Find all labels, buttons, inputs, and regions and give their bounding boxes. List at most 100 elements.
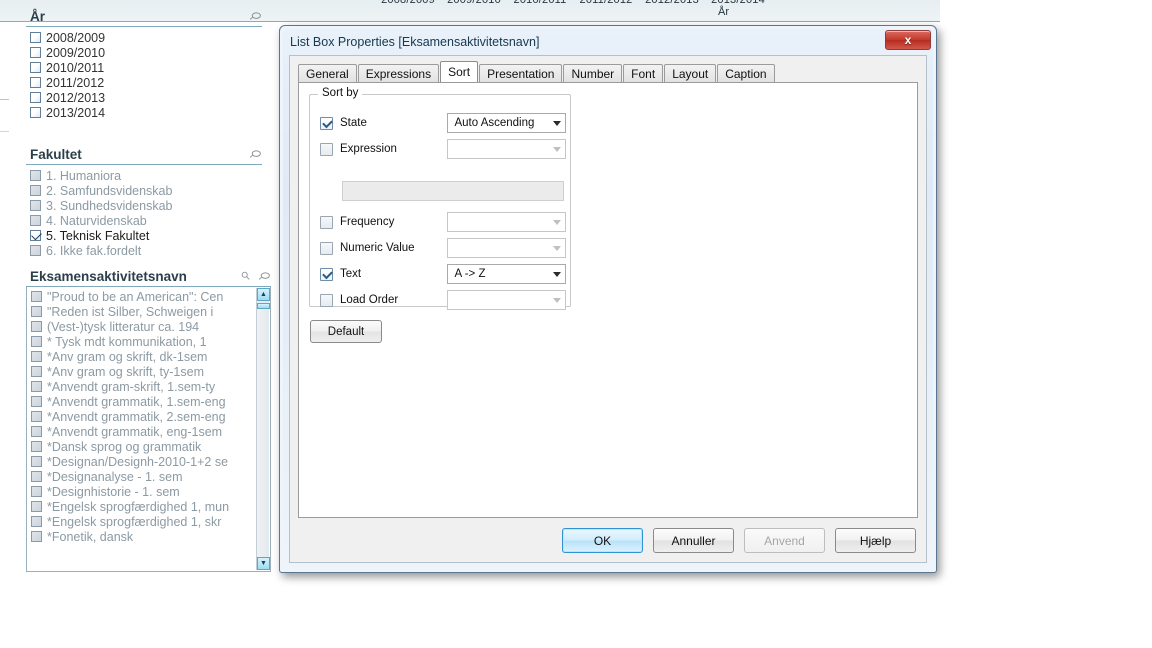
list-item[interactable]: 2011/2012 [26, 75, 262, 90]
frequency-dropdown[interactable] [447, 212, 566, 232]
list-item[interactable]: *Anv gram og skrift, dk-1sem [27, 349, 270, 364]
ok-button[interactable]: OK [562, 528, 643, 553]
list-item[interactable]: (Vest-)tysk litteratur ca. 194 [27, 319, 270, 334]
state-dropdown[interactable]: Auto Ascending [447, 113, 566, 133]
list-item[interactable]: *Fonetik, dansk [27, 529, 270, 544]
tab-font[interactable]: Font [623, 64, 664, 82]
eraser-icon[interactable] [249, 148, 262, 160]
list-item[interactable]: 2012/2013 [26, 90, 262, 105]
list-item[interactable]: 2009/2010 [26, 45, 262, 60]
state-checkbox[interactable] [320, 116, 333, 130]
sort-row-expression[interactable]: Expression [320, 138, 566, 160]
listbox-fakultet[interactable]: Fakultet 1. Humaniora 2. Samfundsvidensk… [26, 145, 262, 258]
checkbox-icon[interactable] [31, 306, 42, 317]
list-item[interactable]: *Designhistorie - 1. sem [27, 484, 270, 499]
expression-input[interactable] [342, 181, 564, 201]
checkbox-icon[interactable] [30, 170, 41, 181]
checkbox-icon[interactable] [31, 441, 42, 452]
listbox-eksamen-body[interactable]: "Proud to be an American": Cen "Reden is… [26, 287, 271, 572]
frequency-checkbox[interactable] [320, 215, 333, 229]
checkbox-icon[interactable] [31, 531, 42, 542]
list-item-selected[interactable]: 5. Teknisk Fakultet [26, 228, 262, 243]
checkbox-icon[interactable] [31, 516, 42, 527]
checkbox-icon[interactable] [31, 486, 42, 497]
list-item[interactable]: *Anvendt grammatik, eng-1sem [27, 424, 270, 439]
checkbox-icon[interactable] [31, 426, 42, 437]
list-item[interactable]: 1. Humaniora [26, 168, 262, 183]
help-button[interactable]: Hjælp [835, 528, 916, 553]
list-item[interactable]: * Tysk mdt kommunikation, 1 [27, 334, 270, 349]
listbox-fakultet-items[interactable]: 1. Humaniora 2. Samfundsvidenskab 3. Sun… [26, 165, 262, 258]
list-item[interactable]: *Anvendt grammatik, 2.sem-eng [27, 409, 270, 424]
checkbox-icon[interactable] [31, 411, 42, 422]
cancel-button[interactable]: Annuller [653, 528, 734, 553]
list-item[interactable]: "Reden ist Silber, Schweigen i [27, 304, 270, 319]
checkbox-icon[interactable] [30, 107, 41, 118]
list-item[interactable]: 2010/2011 [26, 60, 262, 75]
listbox-eksamen-items[interactable]: "Proud to be an American": Cen "Reden is… [27, 287, 270, 544]
checkbox-icon[interactable] [31, 366, 42, 377]
list-item[interactable]: *Anvendt gram-skrift, 1.sem-ty [27, 379, 270, 394]
checkbox-icon[interactable] [31, 321, 42, 332]
scroll-up-icon[interactable]: ▲ [257, 288, 270, 301]
expression-dropdown[interactable] [447, 139, 566, 159]
tab-general[interactable]: General [298, 64, 357, 82]
text-checkbox[interactable] [320, 267, 333, 281]
listbox-vertical-scrollbar[interactable]: ▲ ▼ [256, 288, 270, 570]
sort-row-state[interactable]: State Auto Ascending [320, 112, 566, 134]
checkbox-icon[interactable] [31, 291, 42, 302]
sort-row-frequency[interactable]: Frequency [320, 211, 566, 233]
list-item[interactable]: *Designanalyse - 1. sem [27, 469, 270, 484]
list-item[interactable]: *Engelsk sprogfærdighed 1, skr [27, 514, 270, 529]
list-item[interactable]: *Dansk sprog og grammatik [27, 439, 270, 454]
checkbox-icon[interactable] [31, 351, 42, 362]
list-item[interactable]: *Engelsk sprogfærdighed 1, mun [27, 499, 270, 514]
scrollbar-thumb[interactable] [257, 303, 270, 309]
eraser-icon[interactable] [258, 270, 271, 282]
dialog-titlebar[interactable]: List Box Properties [Eksamensaktivitetsn… [283, 29, 933, 55]
checkbox-icon[interactable] [30, 77, 41, 88]
sort-row-text[interactable]: Text A -> Z [320, 263, 566, 285]
default-button[interactable]: Default [310, 320, 382, 343]
list-item[interactable]: *Designan/Designh-2010-1+2 se [27, 454, 270, 469]
tab-expressions[interactable]: Expressions [357, 64, 440, 82]
checkbox-icon[interactable] [30, 47, 41, 58]
tab-sort[interactable]: Sort [440, 61, 479, 82]
checkbox-icon[interactable] [31, 396, 42, 407]
list-item[interactable]: *Anvendt grammatik, 1.sem-eng [27, 394, 270, 409]
text-dropdown[interactable]: A -> Z [447, 264, 566, 284]
checkbox-icon[interactable] [30, 185, 41, 196]
checkbox-checked-icon[interactable] [30, 230, 41, 241]
list-item[interactable]: 6. Ikke fak.fordelt [26, 243, 262, 258]
scroll-down-icon[interactable]: ▼ [257, 557, 270, 570]
checkbox-icon[interactable] [30, 245, 41, 256]
listbox-ar-items[interactable]: 2008/2009 2009/2010 2010/2011 2011/2012 … [26, 27, 262, 120]
list-item[interactable]: "Proud to be an American": Cen [27, 289, 270, 304]
search-icon[interactable] [240, 270, 253, 282]
list-item[interactable]: 2013/2014 [26, 105, 262, 120]
numeric-value-dropdown[interactable] [447, 238, 566, 258]
dialog-tabs[interactable]: General Expressions Sort Presentation Nu… [298, 61, 918, 82]
list-item[interactable]: *Anv gram og skrift, ty-1sem [27, 364, 270, 379]
checkbox-icon[interactable] [30, 215, 41, 226]
checkbox-icon[interactable] [31, 381, 42, 392]
listbox-ar[interactable]: År 2008/2009 2009/2010 2010/2011 2011/20… [26, 7, 262, 120]
eraser-icon[interactable] [249, 10, 262, 22]
sort-row-numeric-value[interactable]: Numeric Value [320, 237, 566, 259]
tab-number[interactable]: Number [563, 64, 623, 82]
list-item[interactable]: 2008/2009 [26, 30, 262, 45]
checkbox-icon[interactable] [31, 471, 42, 482]
tab-presentation[interactable]: Presentation [479, 64, 563, 82]
checkbox-icon[interactable] [30, 200, 41, 211]
tab-caption[interactable]: Caption [717, 64, 775, 82]
list-item[interactable]: 3. Sundhedsvidenskab [26, 198, 262, 213]
checkbox-icon[interactable] [30, 32, 41, 43]
checkbox-icon[interactable] [30, 62, 41, 73]
sort-row-load-order[interactable]: Load Order [320, 289, 566, 311]
checkbox-icon[interactable] [30, 92, 41, 103]
list-item[interactable]: 2. Samfundsvidenskab [26, 183, 262, 198]
checkbox-icon[interactable] [31, 456, 42, 467]
list-item[interactable]: 4. Naturvidenskab [26, 213, 262, 228]
load-order-dropdown[interactable] [447, 290, 566, 310]
numeric-value-checkbox[interactable] [320, 241, 333, 255]
